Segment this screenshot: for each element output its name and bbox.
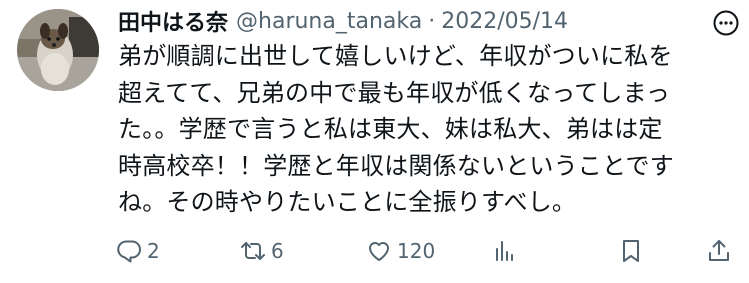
like-count: 120: [397, 239, 436, 263]
share-button[interactable]: [706, 234, 732, 268]
views-button[interactable]: [492, 234, 518, 268]
tweet-text-line: 弟が順調に出世して嬉しいけど、年収がついに私を: [118, 42, 673, 70]
avatar[interactable]: [17, 9, 99, 91]
bookmark-icon: [623, 240, 639, 262]
retweet-count: 6: [271, 239, 284, 263]
heart-icon: [369, 242, 389, 261]
reply-count: 2: [147, 239, 160, 263]
header-separator: ·: [428, 8, 436, 34]
retweet-button[interactable]: 6: [240, 234, 284, 268]
retweet-icon: [241, 242, 265, 260]
reply-icon: [117, 240, 141, 263]
more-options-button[interactable]: [713, 10, 739, 36]
analytics-icon: [496, 241, 513, 261]
tweet-header: 田中はる奈 @haruna_tanaka · 2022/05/14: [118, 4, 568, 38]
bookmark-button[interactable]: [618, 234, 644, 268]
user-handle[interactable]: @haruna_tanaka: [236, 9, 422, 34]
like-button[interactable]: 120: [366, 234, 435, 268]
tweet-text: 弟が順調に出世して嬉しいけど、年収がついに私を 超えてて、兄弟の中で最も年収が低…: [118, 38, 738, 221]
tweet-card: 田中はる奈 @haruna_tanaka · 2022/05/14 弟が順調に出…: [0, 0, 749, 283]
reply-button[interactable]: 2: [116, 234, 160, 268]
tweet-text-line: 時高校卒！！学歴と年収は関係ないということです: [118, 151, 674, 180]
share-icon: [709, 240, 729, 261]
dog-avatar-image: [17, 9, 99, 91]
tweet-text-line: た。。学歴で言うと私は東大、妹は私大、弟はは定: [118, 115, 663, 143]
action-bar: 2 6 120: [116, 234, 738, 268]
display-name[interactable]: 田中はる奈: [118, 5, 228, 37]
tweet-text-line: 超えてて、兄弟の中で最も年収が低くなってしまっ: [118, 78, 671, 107]
tweet-text-line: ね。その時やりたいことに全振りすべし。: [118, 188, 577, 216]
tweet-date[interactable]: 2022/05/14: [441, 9, 568, 34]
more-horizontal-icon: [713, 10, 739, 36]
